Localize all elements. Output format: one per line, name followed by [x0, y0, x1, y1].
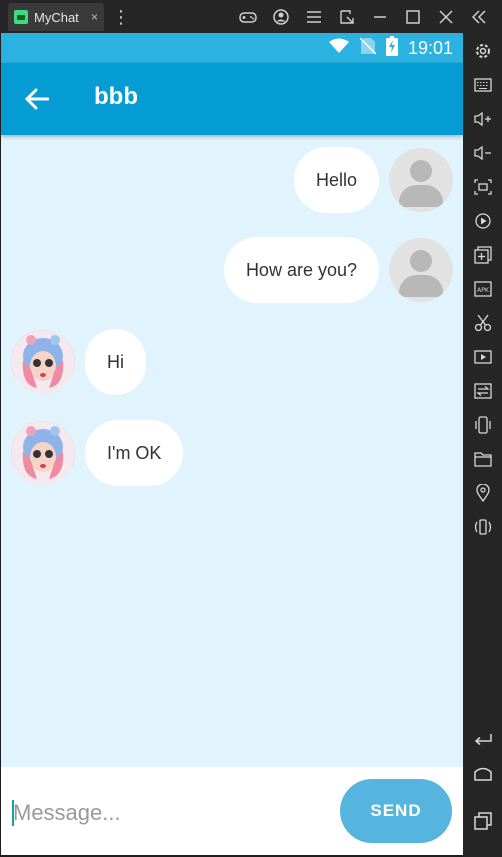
add-window-icon[interactable]: [463, 241, 502, 269]
recents-icon[interactable]: [463, 807, 502, 835]
apk-icon[interactable]: APK: [463, 275, 502, 303]
settings-icon[interactable]: [463, 37, 502, 65]
gamepad-icon[interactable]: [232, 0, 263, 33]
folder-icon[interactable]: [463, 445, 502, 473]
minimize-icon[interactable]: [364, 0, 395, 33]
message-bubble[interactable]: How are you?: [223, 237, 379, 303]
message-list[interactable]: Hello How are you? Hi I'm OK: [1, 135, 463, 767]
status-bar: 19:01: [1, 33, 463, 63]
status-time: 19:01: [407, 37, 453, 58]
message-input[interactable]: [13, 791, 323, 835]
close-icon[interactable]: [430, 0, 461, 33]
emulator-tab[interactable]: MyChat ×: [8, 3, 104, 31]
emulator-sidebar: APK: [463, 33, 502, 857]
keyboard-icon[interactable]: [463, 71, 502, 99]
battery-charging-icon: [385, 35, 398, 61]
message-outgoing: How are you?: [223, 237, 453, 303]
screenshot-icon[interactable]: [463, 173, 502, 201]
message-incoming: I'm OK: [11, 420, 184, 486]
default-avatar: [389, 238, 453, 302]
tab-close-icon[interactable]: ×: [91, 10, 98, 24]
message-bubble[interactable]: Hi: [85, 329, 146, 395]
account-icon[interactable]: [265, 0, 296, 33]
resize-icon[interactable]: [331, 0, 362, 33]
back-arrow-icon[interactable]: [19, 81, 55, 117]
video-icon[interactable]: [463, 343, 502, 371]
shake-icon[interactable]: [463, 411, 502, 439]
cut-icon[interactable]: [463, 309, 502, 337]
home-icon[interactable]: [463, 759, 502, 787]
message-bubble[interactable]: I'm OK: [85, 420, 184, 486]
emulator-tab-title: MyChat: [34, 9, 79, 25]
send-button[interactable]: SEND: [340, 779, 452, 843]
transfer-icon[interactable]: [463, 377, 502, 405]
compose-bar: SEND: [1, 767, 463, 855]
menu-icon[interactable]: [298, 0, 329, 33]
kebab-menu-icon[interactable]: ⋮: [112, 6, 130, 28]
maximize-icon[interactable]: [397, 0, 428, 33]
user-avatar[interactable]: [11, 330, 75, 394]
volume-down-icon[interactable]: [463, 139, 502, 167]
location-icon[interactable]: [463, 479, 502, 507]
android-app-icon: [14, 10, 28, 24]
collapse-icon[interactable]: [463, 0, 494, 33]
svg-text:APK: APK: [477, 287, 490, 294]
record-icon[interactable]: [463, 207, 502, 235]
volume-up-icon[interactable]: [463, 105, 502, 133]
message-bubble[interactable]: Hello: [293, 147, 379, 213]
default-avatar: [389, 148, 453, 212]
no-sim-icon: [359, 36, 377, 60]
app-bar: bbb: [1, 63, 463, 135]
back-icon[interactable]: [463, 725, 502, 753]
message-incoming: Hi: [11, 329, 146, 395]
emulator-title-bar: MyChat × ⋮: [0, 0, 502, 33]
page-title: bbb: [94, 83, 138, 110]
rotate-icon[interactable]: [463, 513, 502, 541]
phone-screen: 19:01 bbb Hello How are you? Hi I'm OK M…: [1, 33, 463, 855]
message-outgoing: Hello: [293, 147, 453, 213]
wifi-icon: [328, 38, 350, 59]
user-avatar[interactable]: [11, 421, 75, 485]
